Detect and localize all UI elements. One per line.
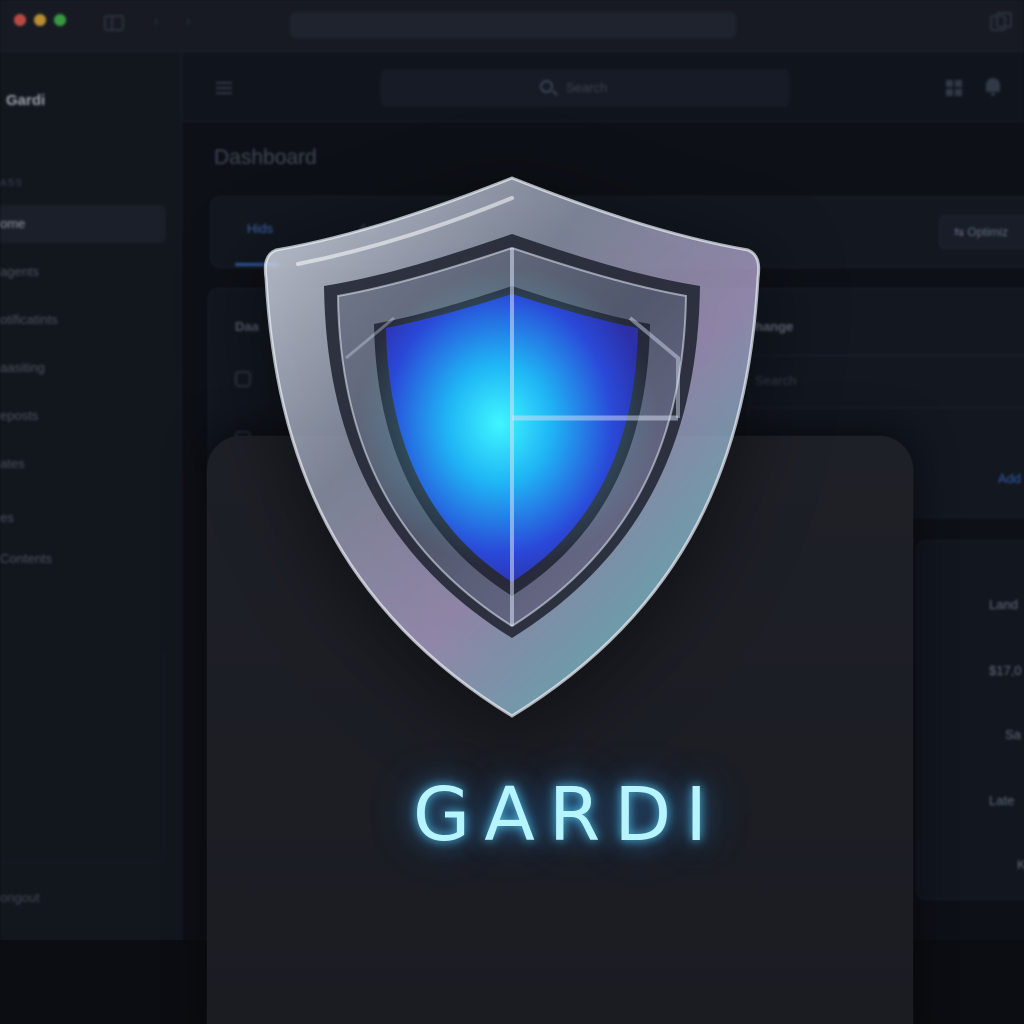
search-icon <box>540 80 553 93</box>
topbar: Search <box>182 52 1024 122</box>
stat-value: $17,0 <box>989 663 1022 678</box>
shield-icon <box>263 176 761 718</box>
maximize-window-button[interactable] <box>54 14 66 26</box>
hamburger-menu-icon[interactable] <box>216 82 232 94</box>
database-icon <box>235 371 251 387</box>
divider <box>749 355 1024 356</box>
back-arrow-icon[interactable]: ‹ <box>154 12 159 28</box>
sidebar-brand: Gardi <box>6 92 46 109</box>
sidebar-panel <box>0 652 164 862</box>
tabs-overview-icon[interactable] <box>990 12 1012 31</box>
sidebar-item-agents[interactable]: agents <box>0 253 166 291</box>
close-window-button[interactable] <box>14 14 26 26</box>
sidebar-item-contents[interactable]: Contents <box>0 540 166 578</box>
address-bar[interactable] <box>290 12 736 38</box>
sidebar-item-reports[interactable]: eposts <box>0 397 166 435</box>
logout-link[interactable]: ongout <box>0 890 40 905</box>
divider <box>749 407 1024 408</box>
stat-label: Land <box>989 597 1018 612</box>
stat-label: K <box>1017 857 1024 872</box>
sidebar-item-notifications[interactable]: otificatints <box>0 301 166 339</box>
stats-card: Land $17,0 Sa Late K <box>916 540 1024 900</box>
search-placeholder: Search <box>566 80 608 95</box>
stat-label: Sa <box>1005 727 1021 742</box>
sidebar-item-home[interactable]: ome <box>0 205 166 243</box>
apps-grid-icon[interactable] <box>946 80 962 96</box>
window-titlebar: ‹ › <box>0 0 1024 52</box>
optimize-button[interactable]: ⇆ Optimiz <box>939 215 1024 249</box>
page-title: Dashboard <box>214 146 317 169</box>
forward-arrow-icon[interactable]: › <box>186 12 191 28</box>
search-input[interactable]: Search <box>380 69 790 107</box>
sidebar-item-monitoring[interactable]: aasiting <box>0 349 166 387</box>
add-button[interactable]: Add <box>998 471 1021 486</box>
minimize-window-button[interactable] <box>34 14 46 26</box>
sidebar-toggle-icon[interactable] <box>104 15 124 31</box>
brand-wordmark: GARDI <box>412 772 722 858</box>
sidebar-item-updates[interactable]: ates <box>0 445 166 483</box>
data-card-title: Daa <box>235 319 259 334</box>
app-stage: ‹ › Gardi ASS ome agents otificatints aa… <box>0 0 1024 1024</box>
sidebar-section-label: ASS <box>0 178 24 189</box>
bell-icon[interactable] <box>986 78 1000 96</box>
stat-label: Late <box>989 793 1015 808</box>
sidebar: Gardi ASS ome agents otificatints aasiti… <box>0 52 182 942</box>
sidebar-item-files[interactable]: es <box>0 499 166 537</box>
